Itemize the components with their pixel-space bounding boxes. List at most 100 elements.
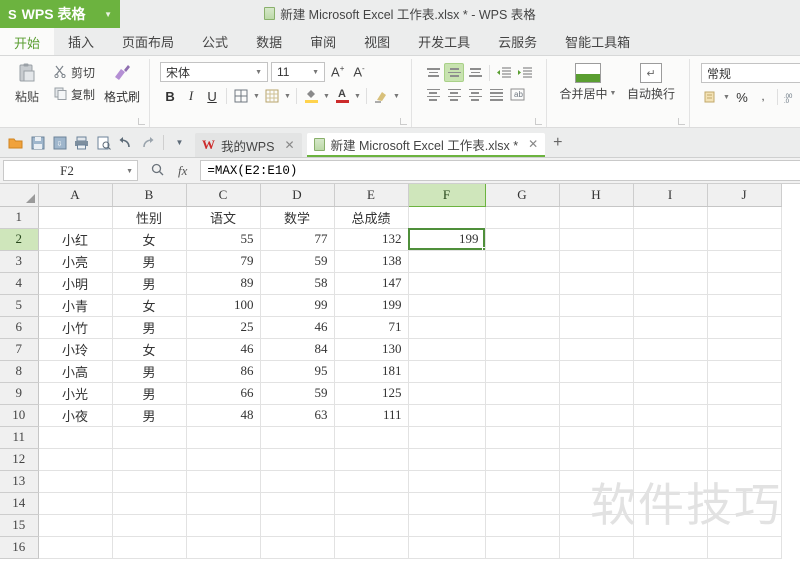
search-icon[interactable]	[151, 163, 164, 179]
cell-D8[interactable]: 95	[260, 360, 335, 383]
cell-H4[interactable]	[559, 272, 634, 295]
increase-decimal-button[interactable]: .00.0	[782, 87, 800, 107]
cell-A13[interactable]	[38, 470, 113, 493]
align-middle-button[interactable]	[444, 63, 465, 82]
cell-A6[interactable]: 小竹	[38, 316, 113, 339]
cell-G13[interactable]	[485, 470, 560, 493]
cell-I2[interactable]	[633, 228, 708, 251]
chevron-down-icon[interactable]: ▼	[309, 69, 322, 76]
cell-H7[interactable]	[559, 338, 634, 361]
cell-G5[interactable]	[485, 294, 560, 317]
font-size-combo[interactable]: 11 ▼	[271, 62, 326, 82]
cell-A15[interactable]	[38, 514, 113, 537]
cell-B7[interactable]: 女	[112, 338, 187, 361]
cell-J6[interactable]	[707, 316, 782, 339]
cell-J3[interactable]	[707, 250, 782, 273]
alignment-dialog-launcher[interactable]	[535, 118, 543, 125]
cell-A4[interactable]: 小明	[38, 272, 113, 295]
cell-J2[interactable]	[707, 228, 782, 251]
cell-D12[interactable]	[260, 448, 335, 471]
cell-A3[interactable]: 小亮	[38, 250, 113, 273]
cell-C4[interactable]: 89	[186, 272, 261, 295]
cell-B15[interactable]	[112, 514, 187, 537]
cell-G10[interactable]	[485, 404, 560, 427]
cell-E5[interactable]: 199	[334, 294, 409, 317]
justify-button[interactable]	[486, 85, 506, 104]
cell-F7[interactable]	[408, 338, 486, 361]
cell-H8[interactable]	[559, 360, 634, 383]
row-header-13[interactable]: 13	[0, 470, 39, 493]
cell-A12[interactable]	[38, 448, 113, 471]
cell-D14[interactable]	[260, 492, 335, 515]
cell-C12[interactable]	[186, 448, 261, 471]
cell-E11[interactable]	[334, 426, 409, 449]
cell-A17[interactable]	[38, 558, 113, 559]
row-header-16[interactable]: 16	[0, 536, 39, 559]
cell-J9[interactable]	[707, 382, 782, 405]
cell-H5[interactable]	[559, 294, 634, 317]
row-header-12[interactable]: 12	[0, 448, 39, 471]
borders-dropdown-icon[interactable]: ▼	[252, 93, 261, 100]
font-color-dropdown-icon[interactable]: ▼	[353, 93, 362, 100]
doc-tab-workbook[interactable]: 新建 Microsoft Excel 工作表.xlsx * ✕	[306, 133, 546, 157]
ribbon-tab-page-layout[interactable]: 页面布局	[108, 28, 188, 55]
cell-D13[interactable]	[260, 470, 335, 493]
cell-E10[interactable]: 111	[334, 404, 409, 427]
row-header-4[interactable]: 4	[0, 272, 39, 295]
cell-B16[interactable]	[112, 536, 187, 559]
cell-H12[interactable]	[559, 448, 634, 471]
customize-qat-icon[interactable]: ▼	[169, 132, 190, 153]
cell-J10[interactable]	[707, 404, 782, 427]
cell-G9[interactable]	[485, 382, 560, 405]
print-preview-icon[interactable]	[93, 132, 114, 153]
merge-dialog-launcher[interactable]	[678, 118, 686, 125]
cell-D6[interactable]: 46	[260, 316, 335, 339]
row-header-17[interactable]: 17	[0, 558, 39, 559]
cell-A5[interactable]: 小青	[38, 294, 113, 317]
cell-A11[interactable]	[38, 426, 113, 449]
row-header-5[interactable]: 5	[0, 294, 39, 317]
cell-J11[interactable]	[707, 426, 782, 449]
cell-I6[interactable]	[633, 316, 708, 339]
cell-H14[interactable]	[559, 492, 634, 515]
cell-E3[interactable]: 138	[334, 250, 409, 273]
cell-C15[interactable]	[186, 514, 261, 537]
cell-B14[interactable]	[112, 492, 187, 515]
cell-G12[interactable]	[485, 448, 560, 471]
formula-input[interactable]: =MAX(E2:E10)	[200, 160, 800, 181]
cell-D11[interactable]	[260, 426, 335, 449]
clear-format-dropdown-icon[interactable]: ▼	[392, 93, 401, 100]
orientation-button[interactable]: ab	[507, 85, 527, 104]
column-header-b[interactable]: B	[112, 184, 187, 207]
cell-G1[interactable]	[485, 206, 560, 229]
ribbon-tab-developer[interactable]: 开发工具	[404, 28, 484, 55]
clipboard-dialog-launcher[interactable]	[138, 118, 146, 125]
cell-I8[interactable]	[633, 360, 708, 383]
fill-color-button[interactable]	[301, 86, 321, 106]
cell-H13[interactable]	[559, 470, 634, 493]
cell-C2[interactable]: 55	[186, 228, 261, 251]
cell-A14[interactable]	[38, 492, 113, 515]
cell-E2[interactable]: 132	[334, 228, 409, 251]
column-header-e[interactable]: E	[334, 184, 409, 207]
column-header-d[interactable]: D	[260, 184, 335, 207]
row-header-2[interactable]: 2	[0, 228, 39, 251]
cell-I7[interactable]	[633, 338, 708, 361]
cell-D5[interactable]: 99	[260, 294, 335, 317]
cell-J15[interactable]	[707, 514, 782, 537]
close-icon[interactable]: ✕	[528, 137, 538, 151]
align-bottom-button[interactable]	[465, 63, 485, 82]
cell-B10[interactable]: 男	[112, 404, 187, 427]
cell-F1[interactable]	[408, 206, 486, 229]
close-icon[interactable]: ✕	[284, 138, 294, 152]
cell-H6[interactable]	[559, 316, 634, 339]
cell-F8[interactable]	[408, 360, 486, 383]
cell-E12[interactable]	[334, 448, 409, 471]
cell-D3[interactable]: 59	[260, 250, 335, 273]
row-header-7[interactable]: 7	[0, 338, 39, 361]
cell-C6[interactable]: 25	[186, 316, 261, 339]
cell-G16[interactable]	[485, 536, 560, 559]
increase-indent-button[interactable]	[515, 63, 535, 82]
cell-B11[interactable]	[112, 426, 187, 449]
save-as-icon[interactable]: ⇩	[49, 132, 70, 153]
